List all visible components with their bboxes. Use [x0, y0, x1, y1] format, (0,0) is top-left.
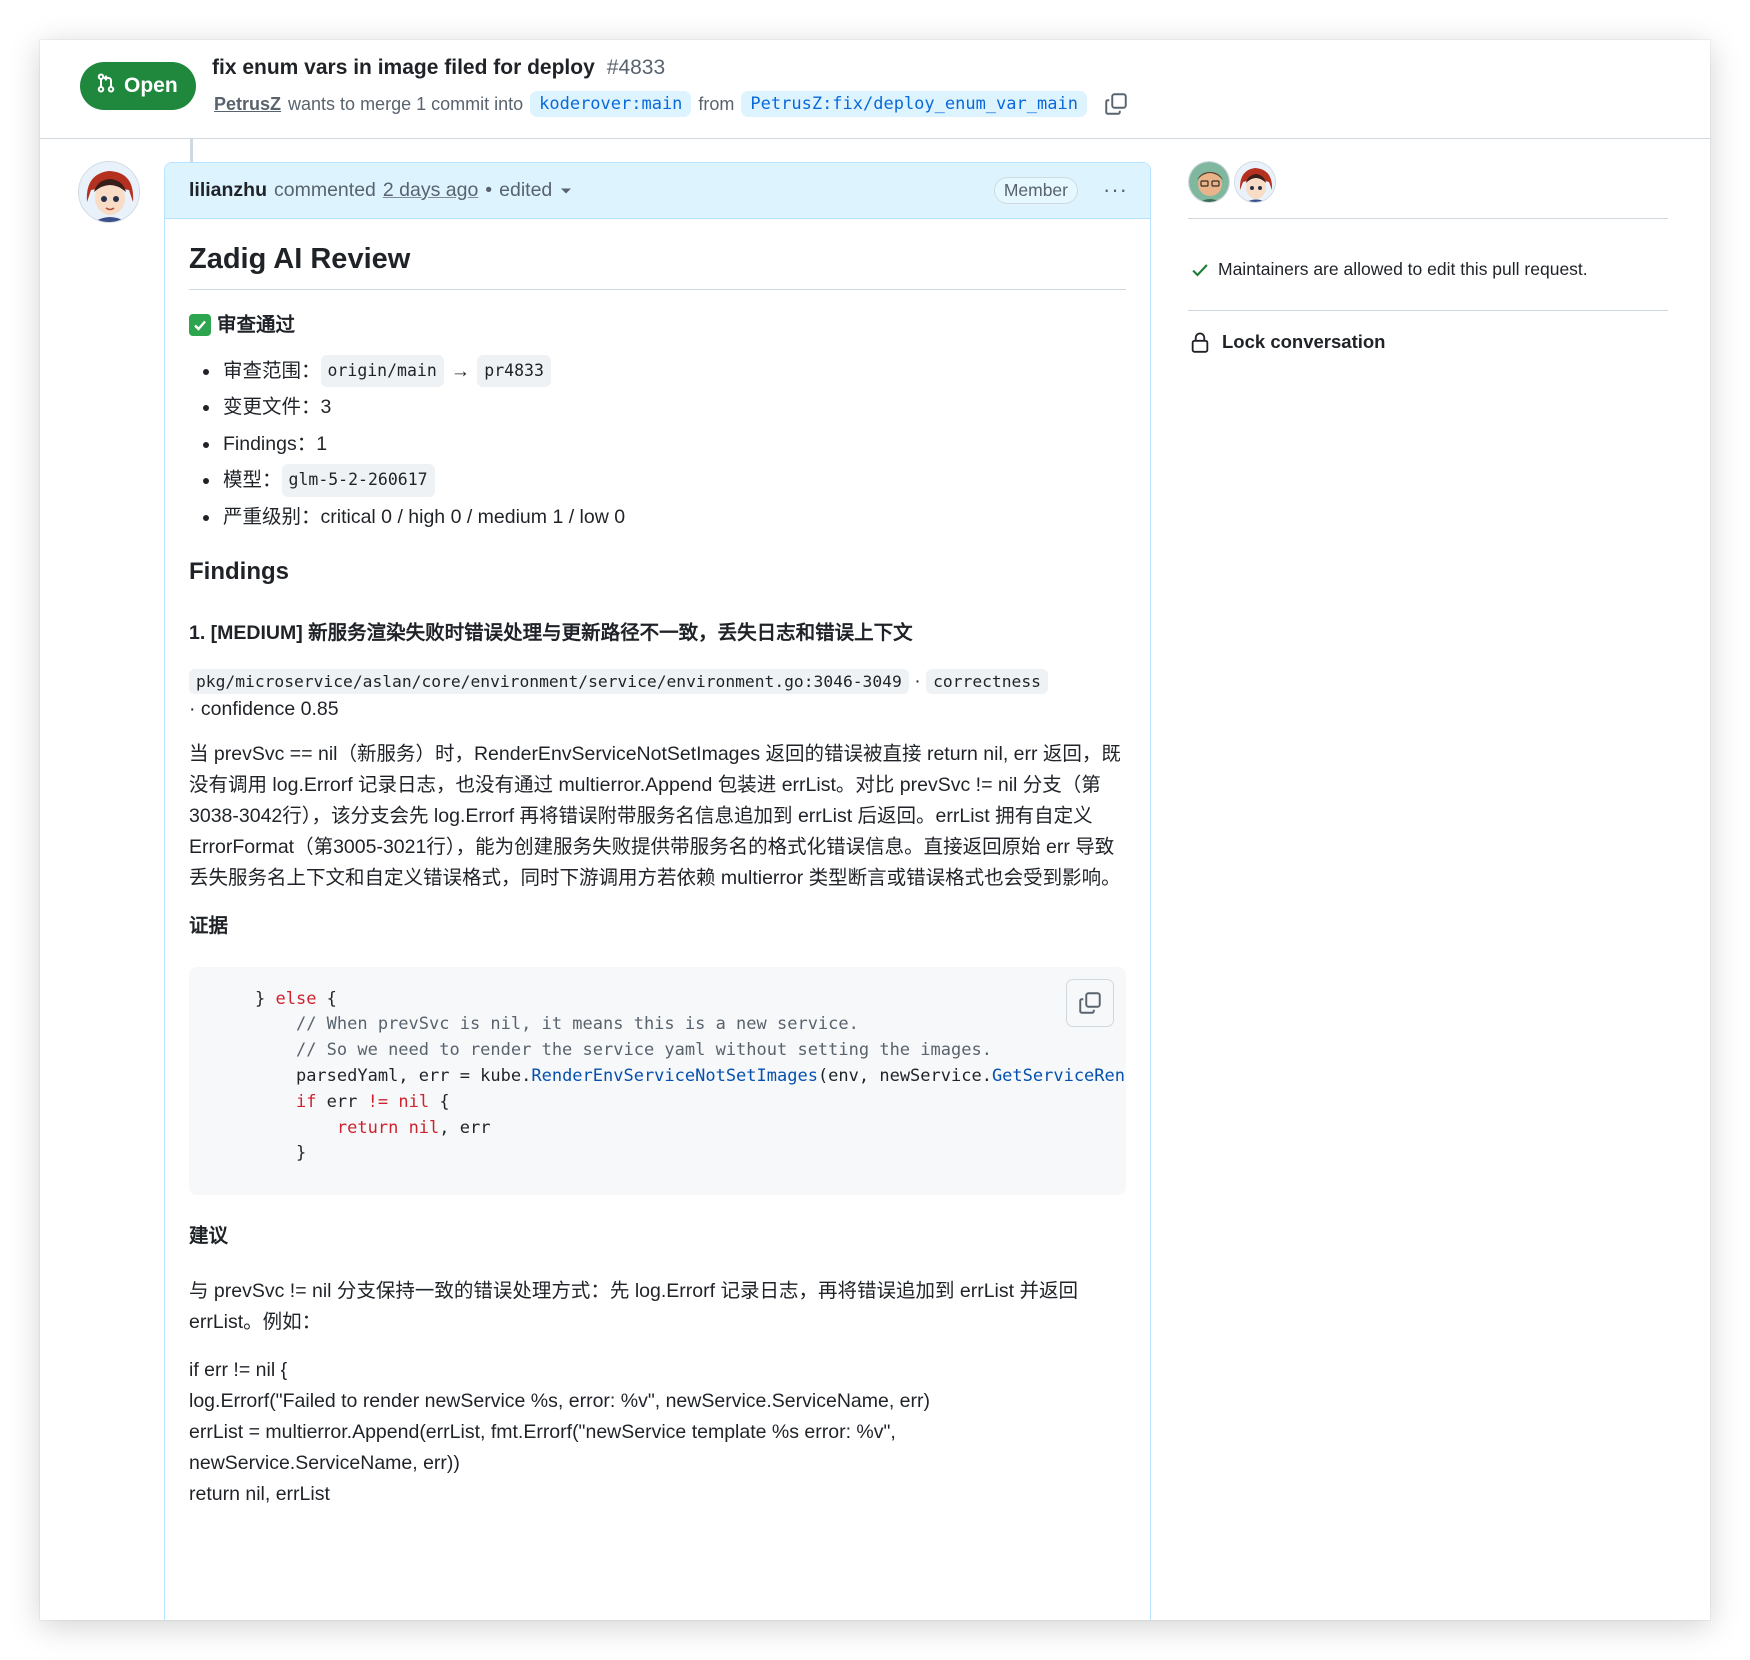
finding-title: 1. [MEDIUM] 新服务渲染失败时错误处理与更新路径不一致，丢失日志和错误… — [189, 621, 913, 644]
member-badge: Member — [993, 177, 1078, 204]
participants — [1188, 161, 1276, 203]
findings-heading: Findings — [189, 558, 289, 586]
lock-conversation-button[interactable]: Lock conversation — [1190, 331, 1385, 353]
comment-body: Zadig AI Review 审查通过 审查范围： origin/main →… — [165, 219, 1150, 1509]
confidence-text: · confidence 0.85 — [189, 698, 339, 721]
comment-author-link[interactable]: lilianzhu — [189, 179, 267, 202]
sidebar: Maintainers are allowed to edit this pul… — [1188, 139, 1708, 1539]
pr-author-link[interactable]: PetrusZ — [214, 94, 281, 115]
copy-code-button[interactable] — [1066, 978, 1114, 1027]
code-line: } else { — [255, 988, 337, 1009]
review-title: Zadig AI Review — [189, 241, 1126, 290]
inline-code: pr4833 — [477, 354, 551, 388]
participant-avatar[interactable] — [1234, 161, 1276, 203]
copy-icon — [1105, 93, 1127, 115]
sidebar-divider — [1188, 310, 1668, 311]
lock-icon — [1191, 332, 1209, 353]
base-branch[interactable]: koderover:main — [530, 91, 692, 117]
copy-branch-button[interactable] — [1102, 90, 1130, 118]
list-item: 变更文件： 3 — [189, 389, 1126, 426]
code-line: return nil, err — [336, 1117, 491, 1138]
merge-text: wants to merge 1 commit into — [288, 93, 524, 114]
participant-avatar[interactable] — [1188, 161, 1230, 203]
separator-dot: • — [485, 179, 493, 201]
commenter-avatar[interactable] — [78, 161, 140, 223]
from-text: from — [698, 93, 735, 114]
comment-card: lilianzhu commented 2 days ago • edited … — [164, 162, 1151, 1620]
file-path-code: pkg/microservice/aslan/core/environment/… — [189, 668, 909, 694]
copy-icon — [1079, 991, 1101, 1014]
pr-title: fix enum vars in image filed for deploy — [212, 56, 595, 79]
inline-code: origin/main — [320, 354, 444, 388]
edited-dropdown[interactable]: edited — [499, 179, 572, 202]
comment-more-button[interactable]: ··· — [1103, 177, 1128, 203]
maintainers-edit-note: Maintainers are allowed to edit this pul… — [1190, 259, 1588, 280]
code-line: return nil, errList — [189, 1482, 330, 1505]
inline-code: glm-5-2-260617 — [281, 464, 435, 497]
browser-window: Open fix enum vars in image filed for de… — [40, 40, 1710, 1620]
edited-label: edited — [499, 179, 553, 201]
check-icon — [1192, 263, 1208, 277]
code-line: log.Errorf("Failed to render newService … — [189, 1390, 930, 1413]
suggestion-code: if err != nil { log.Errorf("Failed to re… — [189, 1355, 1126, 1509]
code-line: // So we need to render the service yaml… — [295, 1040, 992, 1061]
suggestion-text: 与 prevSvc != nil 分支保持一致的错误处理方式：先 log.Err… — [189, 1279, 1078, 1333]
pr-meta: PetrusZ wants to merge 1 commit into kod… — [214, 90, 1130, 118]
evidence-code-block: } else { // When prevSvc is nil, it mean… — [189, 966, 1126, 1195]
code-line: parsedYaml, err = kube.RenderEnvServiceN… — [295, 1066, 1126, 1087]
code-line: // When prevSvc is nil, it means this is… — [295, 1014, 859, 1035]
category-code: correctness — [926, 668, 1048, 694]
caret-down-icon — [561, 188, 572, 193]
code-line: if err != nil { — [295, 1091, 450, 1112]
code-line: if err != nil { — [189, 1359, 288, 1382]
finding-description: 当 prevSvc == nil（新服务）时，RenderEnvServiceN… — [189, 743, 1121, 889]
pr-number: #4833 — [606, 56, 666, 79]
timeline-line — [190, 139, 193, 164]
comment-header: lilianzhu commented 2 days ago • edited … — [165, 163, 1150, 219]
finding-location: pkg/microservice/aslan/core/environment/… — [189, 667, 1126, 724]
list-item: Findings： 1 — [189, 426, 1126, 463]
head-branch[interactable]: PetrusZ:fix/deploy_enum_var_main — [741, 91, 1087, 117]
list-item: 严重级别： critical 0 / high 0 / medium 1 / l… — [189, 499, 1126, 536]
check-mark-icon — [189, 314, 211, 337]
code-line: errList = multierror.Append(errList, fmt… — [189, 1421, 896, 1444]
code-line: newService.ServiceName, err)) — [189, 1451, 460, 1474]
suggestion-heading: 建议 — [189, 1224, 229, 1247]
pr-state-badge: Open — [80, 62, 196, 110]
list-item: 审查范围： origin/main → pr4833 — [189, 353, 1126, 390]
sidebar-divider — [1188, 218, 1668, 219]
code-line: } — [295, 1143, 307, 1164]
git-pull-request-icon — [96, 72, 116, 100]
comment-action: commented — [274, 179, 376, 201]
review-status-text: 审查通过 — [217, 313, 296, 336]
comment-timestamp-link[interactable]: 2 days ago — [383, 179, 478, 202]
review-meta-list: 审查范围： origin/main → pr4833 变更文件： 3 Findi… — [189, 353, 1126, 536]
review-status: 审查通过 — [189, 310, 1126, 341]
pr-header: Open fix enum vars in image filed for de… — [40, 40, 1710, 139]
arrow-right: → — [450, 359, 471, 382]
list-item: 模型： glm-5-2-260617 — [189, 462, 1126, 499]
evidence-heading: 证据 — [189, 915, 229, 938]
pr-state-label: Open — [124, 74, 178, 97]
